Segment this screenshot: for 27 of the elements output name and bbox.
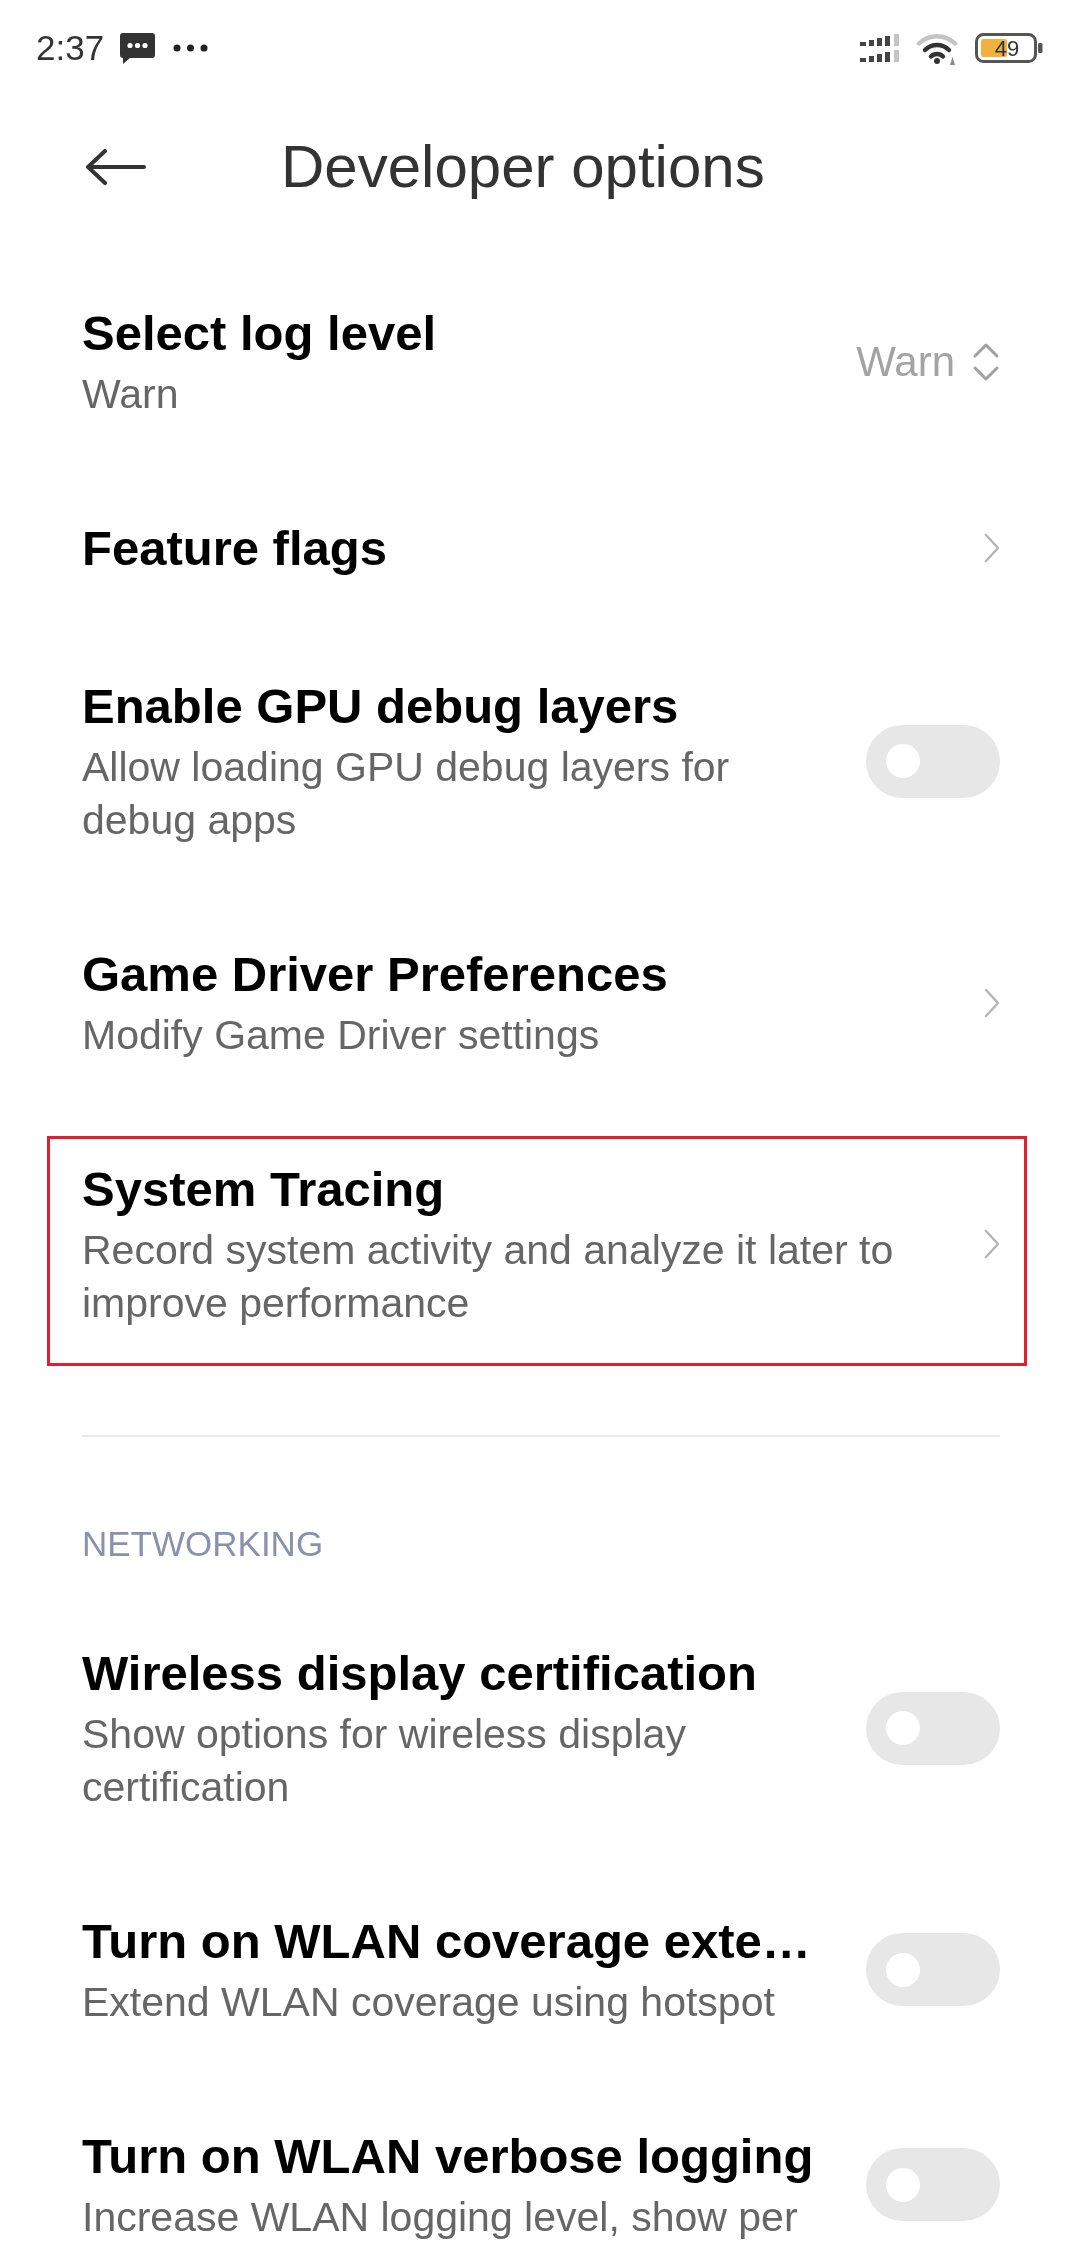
- setting-description: Allow loading GPU debug layers for debug apps: [82, 743, 731, 845]
- chevron-right-icon: [984, 533, 1000, 563]
- setting-description: Increase WLAN logging level, show per: [82, 2193, 798, 2242]
- chat-bubble-icon: [120, 32, 156, 64]
- wifi-icon: [916, 31, 958, 65]
- setting-title[interactable]: Turn on WLAN verbose logging: [82, 2125, 814, 2187]
- signal-icon: [860, 34, 900, 62]
- setting-title[interactable]: Select log level: [82, 302, 437, 364]
- setting-title[interactable]: Turn on WLAN coverage exte…: [82, 1910, 811, 1972]
- setting-title[interactable]: Wireless display certification: [82, 1642, 757, 1704]
- setting-description: Show options for wireless display certification: [82, 1710, 687, 1812]
- setting-title[interactable]: Enable GPU debug layers: [82, 675, 679, 737]
- setting-title[interactable]: System Tracing: [82, 1158, 445, 1220]
- chevron-right-icon: [984, 987, 1000, 1018]
- more-dots-icon: [173, 44, 209, 52]
- setting-description: Modify Game Driver settings: [82, 1011, 600, 1060]
- section-header: NETWORKING: [82, 1523, 324, 1565]
- back-arrow-icon: [86, 149, 146, 185]
- clock-time: 2:37: [36, 28, 105, 68]
- setting-title[interactable]: Feature flags: [82, 517, 387, 579]
- setting-description: Warn: [82, 370, 179, 419]
- setting-description: Record system activity and analyze it later to improve performance: [82, 1226, 895, 1328]
- setting-description: Extend WLAN coverage using hotspot: [82, 1978, 775, 2027]
- chevron-right-icon: [984, 1229, 1000, 1259]
- setting-title[interactable]: Game Driver Preferences: [82, 943, 668, 1005]
- page-title: Developer options: [281, 132, 765, 202]
- back-button[interactable]: [86, 149, 146, 185]
